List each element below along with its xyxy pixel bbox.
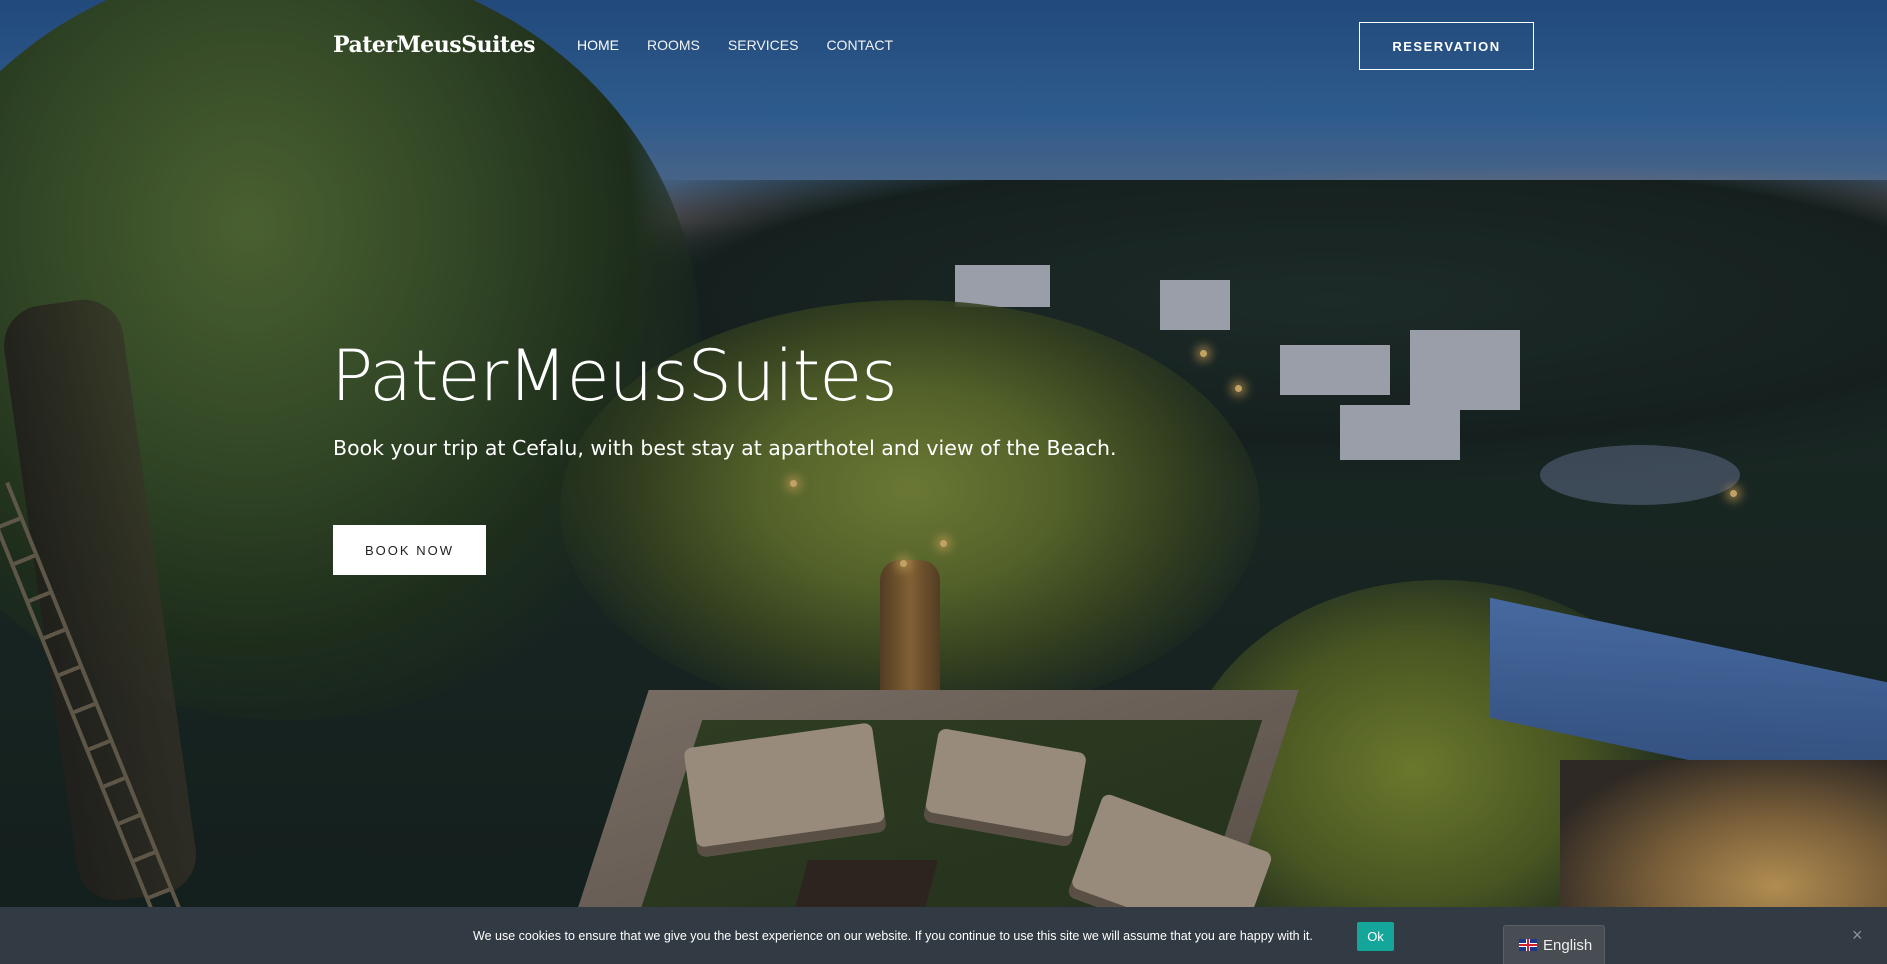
nav-contact[interactable]: CONTACT <box>826 37 893 53</box>
book-now-button[interactable]: BOOK NOW <box>333 525 486 575</box>
language-switcher[interactable]: English <box>1503 925 1605 964</box>
uk-flag-icon <box>1519 939 1537 951</box>
nav-rooms[interactable]: ROOMS <box>647 37 700 53</box>
language-label: English <box>1543 936 1593 954</box>
cookie-message: We use cookies to ensure that we give yo… <box>473 929 1313 943</box>
reservation-button[interactable]: RESERVATION <box>1359 22 1534 70</box>
cookie-ok-button[interactable]: Ok <box>1357 922 1394 951</box>
nav-home[interactable]: HOME <box>577 37 619 53</box>
hero-subtitle: Book your trip at Cefalu, with best stay… <box>333 436 1117 460</box>
hero-background-image <box>0 0 1887 964</box>
hero-title: PaterMeusSuites <box>331 335 898 417</box>
nav-services[interactable]: SERVICES <box>728 37 799 53</box>
image-overlay <box>0 0 1887 964</box>
site-logo[interactable]: PaterMeusSuites <box>333 32 535 58</box>
main-nav: HOME ROOMS SERVICES CONTACT <box>577 37 893 53</box>
close-icon[interactable]: × <box>1852 925 1863 946</box>
